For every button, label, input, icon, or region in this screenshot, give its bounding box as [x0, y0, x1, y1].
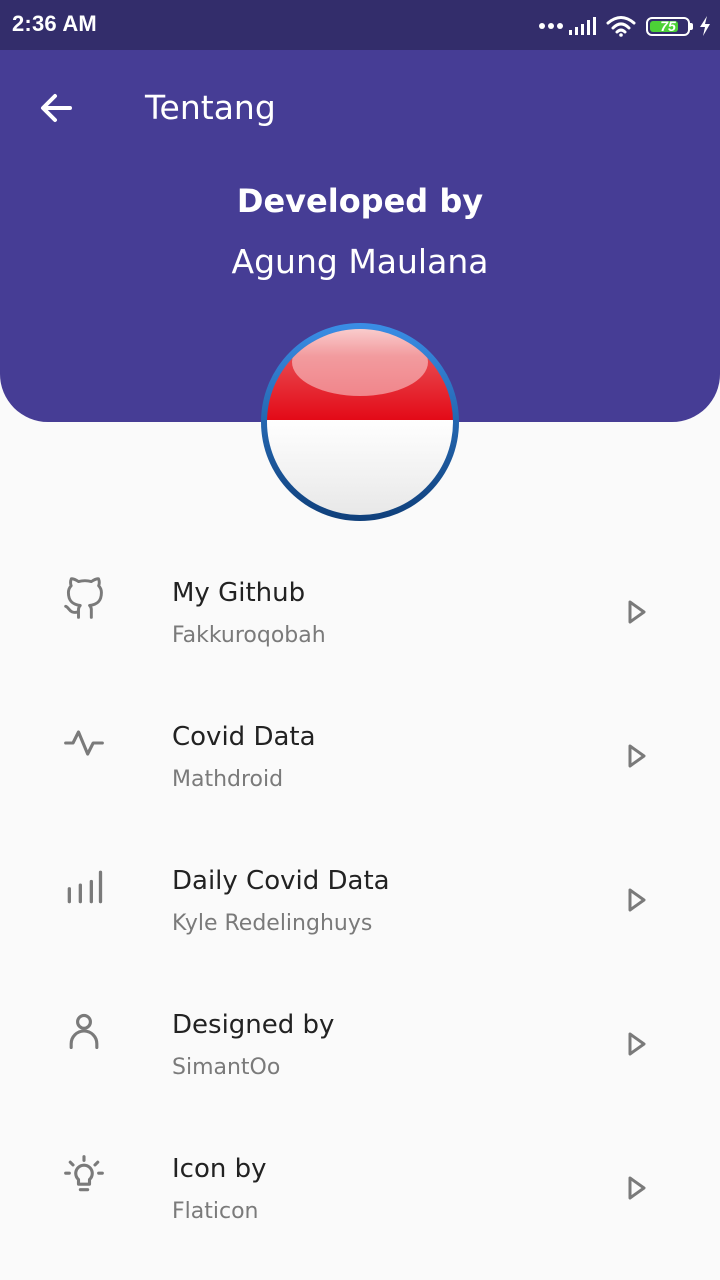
list-item-icon-by[interactable]: Icon by Flaticon: [0, 1121, 720, 1265]
more-dots-icon: [539, 23, 563, 29]
back-button[interactable]: [30, 82, 82, 134]
github-icon: [64, 577, 103, 619]
list-item-designed-by[interactable]: Designed by SimantOo: [0, 977, 720, 1121]
item-subtitle: Kyle Redelinghuys: [172, 911, 373, 936]
item-title: Designed by: [172, 1010, 335, 1040]
developer-name: Agung Maulana: [231, 242, 489, 281]
item-title: My Github: [172, 578, 306, 608]
bar-chart-icon: [67, 870, 103, 904]
info-list: My Github Fakkuroqobah Covid Data Mathdr…: [0, 545, 720, 1265]
play-arrow-icon[interactable]: [622, 885, 652, 915]
signal-icon: [569, 17, 596, 35]
item-subtitle: Flaticon: [172, 1199, 259, 1224]
lightbulb-icon: [64, 1155, 104, 1192]
wifi-icon: [606, 16, 636, 37]
charging-icon: [700, 16, 710, 36]
developed-by-label: Developed by: [236, 182, 484, 220]
status-icons: 75: [538, 13, 712, 39]
play-arrow-icon[interactable]: [622, 1029, 652, 1059]
page-title: Tentang: [145, 88, 276, 127]
play-arrow-icon[interactable]: [622, 597, 652, 627]
indonesia-flag-icon: [260, 322, 460, 522]
arrow-left-icon: [41, 94, 72, 122]
battery-level: 75: [660, 18, 676, 34]
item-subtitle: Mathdroid: [172, 767, 284, 792]
list-item-covid-data[interactable]: Covid Data Mathdroid: [0, 689, 720, 833]
play-arrow-icon[interactable]: [622, 1173, 652, 1203]
play-arrow-icon[interactable]: [622, 741, 652, 771]
item-title: Daily Covid Data: [172, 866, 390, 896]
list-item-github[interactable]: My Github Fakkuroqobah: [0, 545, 720, 689]
item-subtitle: SimantOo: [172, 1055, 281, 1080]
status-time: 2:36 AM: [12, 11, 97, 36]
list-item-daily-covid-data[interactable]: Daily Covid Data Kyle Redelinghuys: [0, 833, 720, 977]
status-bar: 2:36 AM 75: [0, 0, 720, 50]
item-title: Icon by: [172, 1154, 267, 1184]
activity-icon: [64, 730, 104, 756]
item-subtitle: Fakkuroqobah: [172, 623, 326, 648]
item-title: Covid Data: [172, 722, 316, 752]
user-icon: [69, 1013, 99, 1050]
battery-icon: 75: [646, 16, 693, 36]
